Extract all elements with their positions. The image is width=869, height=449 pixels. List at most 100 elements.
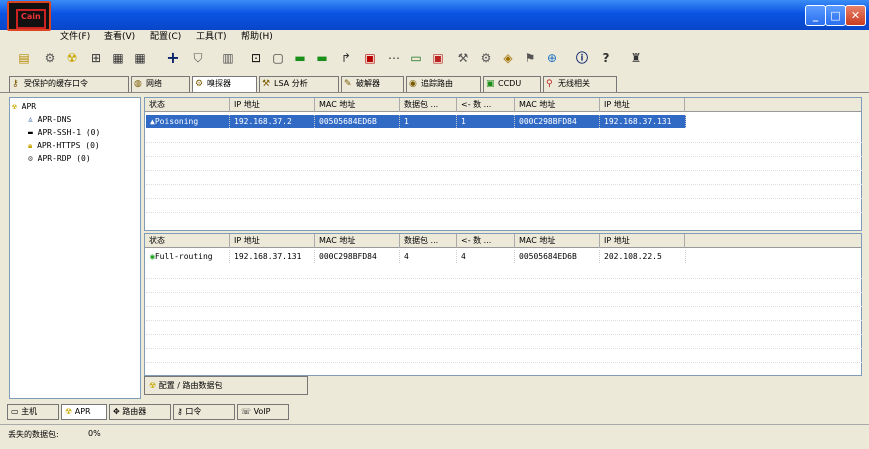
monitor-icon[interactable]: ▭: [408, 50, 424, 66]
grid-line: [146, 278, 862, 279]
info-icon[interactable]: ⓘ: [574, 50, 590, 66]
network-icon[interactable]: ⚙: [42, 50, 58, 66]
route-icon[interactable]: ⊡: [248, 50, 264, 66]
apr-tree[interactable]: ☢ APR ♙ APR-DNS ▬ APR-SSH-1 (0) 🔒︎ APR-H…: [9, 97, 141, 399]
btab-voip[interactable]: ☏ VoIP: [237, 404, 289, 420]
col-ip-2[interactable]: IP 地址: [600, 98, 685, 112]
toolbar: ▤ ⚙ ☢ ⊞ ▦ ▦ + ⛉ ▥ ⊡ ▢ ▬ ▬ ↱ ▣ ⋯ ▭ ▣ ⚒ ⚙ …: [0, 44, 869, 74]
grid-line: [146, 156, 862, 157]
col-packets[interactable]: 数据包 ...: [400, 234, 457, 248]
col-mac-2[interactable]: MAC 地址: [515, 98, 600, 112]
status-label: 丢失的数据包:: [8, 430, 59, 439]
col-packets-in[interactable]: <- 数 ...: [457, 98, 515, 112]
col-mac[interactable]: MAC 地址: [315, 234, 400, 248]
col-packets-in[interactable]: <- 数 ...: [457, 234, 515, 248]
btab-hosts[interactable]: ▭ 主机: [7, 404, 59, 420]
col-ip[interactable]: IP 地址: [230, 234, 315, 248]
tab-lsa[interactable]: ⚒ LSA 分析: [259, 76, 339, 92]
menu-help[interactable]: 帮助(H): [241, 30, 273, 44]
pc-icon[interactable]: ▣: [362, 50, 378, 66]
title-bar[interactable]: Cain _ □ ✕: [0, 0, 869, 31]
apr-bottom-table[interactable]: 状态 IP 地址 MAC 地址 数据包 ... <- 数 ... MAC 地址 …: [144, 233, 862, 376]
grid-line: [146, 212, 862, 213]
tab-sniffer[interactable]: ⚙ 嗅探器: [192, 76, 257, 92]
grid-line: [146, 320, 862, 321]
question-icon[interactable]: ?: [598, 50, 614, 66]
table-row[interactable]: ▲Poisoning 192.168.37.2 00505684ED6B 1 1…: [146, 115, 686, 128]
tab-ccdu[interactable]: ▣ CCDU: [483, 76, 541, 92]
col-ip[interactable]: IP 地址: [230, 98, 315, 112]
config-tab-label: 配置 / 路由数据包: [158, 381, 223, 390]
tab-network[interactable]: ◍ 网络: [131, 76, 190, 92]
tree-node-apr[interactable]: ☢ APR: [12, 101, 36, 113]
apr-top-table[interactable]: 状态 IP 地址 MAC 地址 数据包 ... <- 数 ... MAC 地址 …: [144, 97, 862, 231]
tree-node-label: APR: [21, 102, 37, 111]
tab-traceroute[interactable]: ◉ 追踪路由: [406, 76, 481, 92]
tree-node-apr-rdp[interactable]: ⚙ APR-RDP (0): [28, 153, 91, 165]
gear-icon[interactable]: ⚙: [478, 50, 494, 66]
hazard-icon: ☢: [149, 381, 157, 390]
hazard-icon[interactable]: ☢: [64, 50, 80, 66]
col-packets[interactable]: 数据包 ...: [400, 98, 457, 112]
plus-icon[interactable]: +: [165, 50, 181, 66]
grid2-icon[interactable]: ▦: [132, 50, 148, 66]
maximize-icon[interactable]: □: [825, 5, 846, 26]
close-icon[interactable]: ✕: [845, 5, 866, 26]
grid-line: [146, 348, 862, 349]
sniffer-icon: ⚙: [195, 79, 204, 89]
cracker-icon: ✎: [344, 79, 352, 89]
col-mac-2[interactable]: MAC 地址: [515, 234, 600, 248]
grid-icon[interactable]: ▦: [110, 50, 126, 66]
cell-status: ▲Poisoning: [146, 115, 230, 128]
col-mac[interactable]: MAC 地址: [315, 98, 400, 112]
card-green-icon[interactable]: ▬: [292, 50, 308, 66]
voip-icon: ☏: [241, 407, 252, 416]
arrow-icon[interactable]: ↱: [338, 50, 354, 66]
col-status[interactable]: 状态: [145, 234, 230, 248]
bottom-tabs: ▭ 主机 ☢ APR ✥ 路由器 ⚷ 口令 ☏ VoIP: [5, 404, 865, 422]
tab-cracker[interactable]: ✎ 破解器: [341, 76, 404, 92]
col-ip-2[interactable]: IP 地址: [600, 234, 685, 248]
tab-wireless[interactable]: ⚲ 无线相关: [543, 76, 617, 92]
btab-routers[interactable]: ✥ 路由器: [109, 404, 171, 420]
folder-icon[interactable]: ▤: [16, 50, 32, 66]
cell-packets-in: 1: [457, 115, 515, 128]
tree-node-label: APR-SSH-1 (0): [37, 128, 101, 137]
tree-node-label: APR-DNS: [37, 115, 72, 124]
network2-icon[interactable]: ⊕: [544, 50, 560, 66]
btab-apr[interactable]: ☢ APR: [61, 404, 107, 420]
doc-icon[interactable]: ▢: [270, 50, 286, 66]
menu-view[interactable]: 查看(V): [104, 30, 135, 44]
tab-cached-passwords[interactable]: ⚷ 受保护的缓存口令: [9, 76, 129, 92]
config-routing-tab[interactable]: ☢ 配置 / 路由数据包: [144, 376, 308, 395]
card-green2-icon[interactable]: ▬: [314, 50, 330, 66]
tree-node-apr-dns[interactable]: ♙ APR-DNS: [28, 114, 71, 126]
menu-config[interactable]: 配置(C): [150, 30, 181, 44]
cell-status: ◉Full-routing: [146, 250, 230, 263]
cube-icon[interactable]: ◈: [500, 50, 516, 66]
wrench-icon[interactable]: ⚒: [455, 50, 471, 66]
status-value: 0%: [88, 429, 101, 438]
chip-icon[interactable]: ▣: [430, 50, 446, 66]
shield-icon[interactable]: ⛉: [190, 50, 206, 66]
tool-icon[interactable]: ⚑: [522, 50, 538, 66]
traceroute-icon: ◉: [409, 79, 417, 89]
book-icon[interactable]: ▥: [220, 50, 236, 66]
btab-label: 路由器: [122, 407, 147, 416]
tab-label: 破解器: [356, 79, 380, 88]
tree-node-apr-ssh[interactable]: ▬ APR-SSH-1 (0): [28, 127, 100, 139]
btab-passwords[interactable]: ⚷ 口令: [173, 404, 235, 420]
dots-icon[interactable]: ⋯: [386, 50, 402, 66]
minimize-icon[interactable]: _: [805, 5, 826, 26]
table-row[interactable]: ◉Full-routing 192.168.37.131 000C298BFD8…: [146, 250, 686, 263]
cell-ip: 192.168.37.131: [230, 250, 315, 263]
menu-tools[interactable]: 工具(T): [196, 30, 227, 44]
wireless-icon: ⚲: [546, 79, 553, 89]
key-icon: ⚷: [12, 79, 19, 89]
ladder-icon[interactable]: ♜: [628, 50, 644, 66]
hosts-icon[interactable]: ⊞: [88, 50, 104, 66]
tree-node-apr-https[interactable]: 🔒︎ APR-HTTPS (0): [28, 140, 100, 152]
menu-file[interactable]: 文件(F): [60, 30, 90, 44]
col-status[interactable]: 状态: [145, 98, 230, 112]
btab-label: VoIP: [253, 407, 271, 416]
